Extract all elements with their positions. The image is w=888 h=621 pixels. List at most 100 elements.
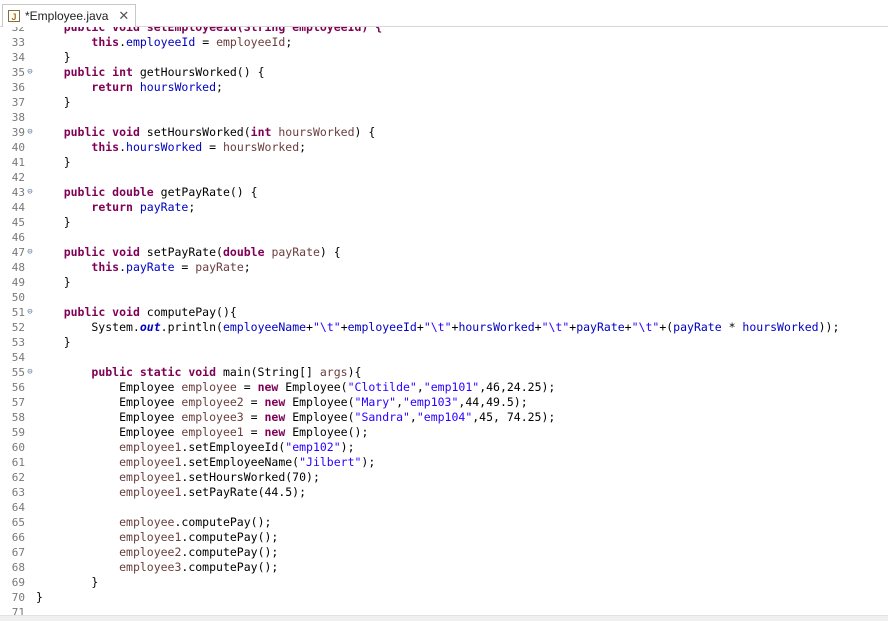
line-number: 53 [11,336,25,349]
line-number: 62 [11,471,25,484]
fold-toggle-icon[interactable]: ⊖ [25,125,35,140]
code-line[interactable]: 36 return hoursWorked; [0,80,888,95]
code-token: employeeId [216,35,286,49]
code-token: ); [361,455,376,469]
fold-toggle-icon[interactable]: ⊖ [25,245,35,260]
code-token: } [36,575,99,589]
code-line[interactable]: 44 return payRate; [0,200,888,215]
code-token: hoursWorked [458,320,535,334]
code-line[interactable]: 40 this.hoursWorked = hoursWorked; [0,140,888,155]
code-text: } [36,155,71,170]
line-number: 41 [11,156,25,169]
code-token: } [36,590,43,604]
code-line[interactable]: 53 } [0,335,888,350]
code-line[interactable]: 42 [0,170,888,185]
code-line[interactable]: 71 [0,605,888,615]
code-token: + [624,320,632,334]
code-token: hoursWorked [139,80,217,94]
code-token: , [416,380,424,394]
code-token: public static void [91,365,217,379]
code-line[interactable]: 57 Employee employee2 = new Employee("Ma… [0,395,888,410]
code-token: ; [188,200,196,214]
code-token: employee3 [181,410,244,424]
code-line[interactable]: 34 } [0,50,888,65]
code-token: .println( [160,320,223,334]
code-token: ) { [354,125,376,139]
code-line[interactable]: 60 employee1.setEmployeeId("emp102"); [0,440,888,455]
close-tab-icon[interactable]: ✕ [118,8,129,24]
code-line[interactable]: 37 } [0,95,888,110]
code-line[interactable]: 39 ⊖ public void setHoursWorked(int hours… [0,125,888,140]
code-line[interactable]: 55 ⊖ public static void main(String[] arg… [0,365,888,380]
code-text: public void computePay(){ [36,305,237,320]
code-editor[interactable]: 32 public void setEmployeeId(String empl… [0,27,888,615]
code-line[interactable]: 58 Employee employee3 = new Employee("Sa… [0,410,888,425]
code-line[interactable]: 64 [0,500,888,515]
line-number: 61 [11,456,25,469]
fold-toggle-icon[interactable]: ⊖ [25,185,35,200]
code-token: hoursWorked [278,125,355,139]
code-line[interactable]: 51 ⊖ public void computePay(){ [0,305,888,320]
code-line[interactable]: 67 employee2.computePay(); [0,545,888,560]
fold-toggle-icon[interactable]: ⊖ [25,305,35,320]
line-number: 55 [11,366,25,379]
code-line[interactable]: 70} [0,590,888,605]
fold-toggle-icon[interactable]: ⊖ [25,65,35,80]
line-number: 64 [11,501,25,514]
code-token: ; [243,260,251,274]
code-line[interactable]: 32 public void setEmployeeId(String empl… [0,27,888,35]
code-token: .computePay(); [174,515,272,529]
code-token: "emp102" [285,440,341,454]
line-number: 59 [11,426,25,439]
code-line[interactable]: 61 employee1.setEmployeeName("Jilbert"); [0,455,888,470]
code-line[interactable]: 41 } [0,155,888,170]
code-line[interactable]: 47 ⊖ public void setPayRate(double payRat… [0,245,888,260]
line-number: 54 [11,351,25,364]
code-token: .setEmployeeName( [181,455,300,469]
code-line[interactable]: 56 Employee employee = new Employee("Clo… [0,380,888,395]
code-line[interactable]: 35 ⊖ public int getHoursWorked() { [0,65,888,80]
code-line[interactable]: 52 System.out.println(employeeName+"\t"+… [0,320,888,335]
editor-tab-employee-java[interactable]: J *Employee.java ✕ [2,4,137,27]
code-line[interactable]: 68 employee3.computePay(); [0,560,888,575]
code-token: "\t" [631,320,660,334]
fold-toggle-icon[interactable]: ⊖ [25,365,35,380]
code-token: public void [63,305,140,319]
code-line[interactable]: 69 } [0,575,888,590]
code-token: = [195,35,217,49]
code-token: "emp103" [403,395,459,409]
code-token: Employee [36,410,182,424]
code-line[interactable]: 43 ⊖ public double getPayRate() { [0,185,888,200]
code-line[interactable]: 50 [0,290,888,305]
code-line[interactable]: 33 this.employeeId = employeeId; [0,35,888,50]
code-line[interactable]: 62 employee1.setHoursWorked(70); [0,470,888,485]
code-token: Employee(); [285,425,369,439]
code-token: "\t" [541,320,570,334]
horizontal-scrollbar[interactable] [0,615,888,621]
code-token: } [36,95,71,109]
code-line[interactable]: 46 [0,230,888,245]
code-line[interactable]: 48 this.payRate = payRate; [0,260,888,275]
code-line[interactable]: 38 [0,110,888,125]
code-line[interactable]: 65 employee.computePay(); [0,515,888,530]
code-line[interactable]: 66 employee1.computePay(); [0,530,888,545]
code-line[interactable]: 45 } [0,215,888,230]
line-number: 47 [11,246,25,259]
code-line[interactable]: 54 [0,350,888,365]
code-text: employee1.setHoursWorked(70); [36,470,320,485]
code-line[interactable]: 63 employee1.setPayRate(44.5); [0,485,888,500]
code-line[interactable]: 49 } [0,275,888,290]
code-line[interactable]: 59 Employee employee1 = new Employee(); [0,425,888,440]
code-token: payRate [576,320,625,334]
line-number: 32 [11,27,25,34]
code-token: employee [119,515,175,529]
code-token: .computePay(); [181,530,279,544]
